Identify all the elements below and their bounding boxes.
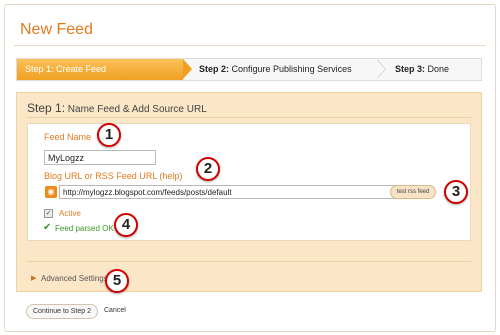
feed-url-input[interactable] <box>59 185 415 199</box>
callout-1: 1 <box>97 123 121 147</box>
step-3-label: Done <box>425 64 450 74</box>
callout-5: 5 <box>105 269 129 293</box>
step-panel: Step 1: Name Feed & Add Source URL Feed … <box>16 92 482 292</box>
step-1-create-feed[interactable]: Step 1: Create Feed <box>17 59 183 80</box>
callout-4: 4 <box>114 213 138 237</box>
section-divider <box>27 117 471 118</box>
feed-name-input[interactable] <box>44 150 156 165</box>
advanced-settings-link[interactable]: Advanced Settings <box>41 274 108 283</box>
advanced-divider <box>27 261 471 262</box>
section-number: Step 1: <box>27 101 66 115</box>
step-2-label: Configure Publishing Services <box>229 64 352 74</box>
step-3-prefix: Step 3: <box>395 64 426 74</box>
feed-form: Feed Name Blog URL or RSS Feed URL (help… <box>27 123 471 241</box>
wizard-steps: Step 1: Create Feed Step 2: Configure Pu… <box>16 58 482 81</box>
feed-url-label[interactable]: Blog URL or RSS Feed URL (help) <box>44 171 182 181</box>
title-divider <box>14 45 486 46</box>
cancel-link[interactable]: Cancel <box>104 307 126 314</box>
active-label: Active <box>59 209 81 218</box>
page-title: New Feed <box>20 21 93 38</box>
active-checkbox[interactable]: ✓ <box>44 209 53 218</box>
callout-3: 3 <box>444 180 468 204</box>
section-title-text: Name Feed & Add Source URL <box>65 104 207 115</box>
check-icon: ✔ <box>43 222 52 233</box>
feed-status-text: Feed parsed OK <box>55 224 114 233</box>
step-2-prefix: Step 2: <box>199 64 230 74</box>
callout-2: 2 <box>196 157 220 181</box>
triangle-right-icon[interactable]: ▶ <box>31 274 36 282</box>
step-1-arrow <box>183 59 192 79</box>
step-3-done[interactable]: Step 3: Done <box>395 59 449 80</box>
feed-name-label: Feed Name <box>44 132 92 142</box>
step-separator-inner <box>376 59 385 79</box>
test-rss-feed-button[interactable]: test rss feed <box>390 185 436 199</box>
step-2-configure-publishing[interactable]: Step 2: Configure Publishing Services <box>199 59 352 80</box>
rss-icon: ◉ <box>45 186 57 198</box>
section-title: Step 1: Name Feed & Add Source URL <box>27 101 207 115</box>
continue-to-step-2-button[interactable]: Continue to Step 2 <box>26 304 98 319</box>
